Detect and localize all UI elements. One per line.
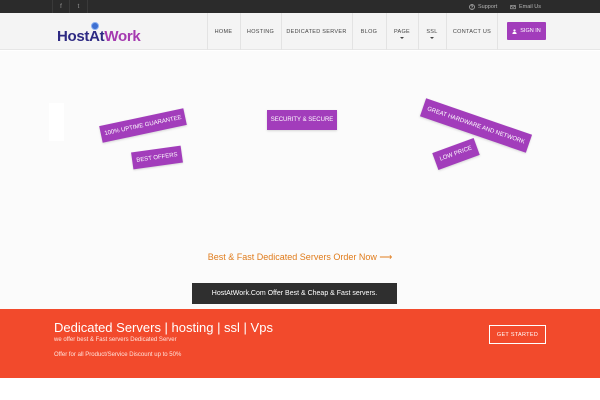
logo-part-2: Work xyxy=(104,28,141,45)
email-link[interactable]: Email Us xyxy=(510,0,541,13)
promo-band: Dedicated Servers | hosting | ssl | Vps … xyxy=(0,309,600,378)
question-circle-icon xyxy=(469,3,475,10)
facebook-icon[interactable]: f xyxy=(52,0,70,13)
caret-down-icon xyxy=(400,37,404,39)
get-started-button[interactable]: GET STARTED xyxy=(489,325,546,344)
band-title: Dedicated Servers | hosting | ssl | Vps xyxy=(54,320,273,335)
tag-security: SECURITY & SECURE xyxy=(267,110,337,130)
nav-blog[interactable]: BLOG xyxy=(352,13,385,50)
nav-hosting[interactable]: HOSTING xyxy=(240,13,280,50)
sign-in-button[interactable]: SIGN IN xyxy=(507,22,546,40)
page-bottom xyxy=(0,378,600,400)
nav-page[interactable]: PAGE xyxy=(386,13,417,50)
support-link[interactable]: Support xyxy=(469,0,497,13)
envelope-icon xyxy=(510,4,516,9)
nav-contact-us[interactable]: CONTACT US xyxy=(446,13,498,50)
band-subtitle: we offer best & Fast servers Dedicated S… xyxy=(54,337,177,343)
order-now-link[interactable]: Best & Fast Dedicated Servers Order Now … xyxy=(0,252,600,263)
nav-ssl[interactable]: SSL xyxy=(418,13,445,50)
nav-home[interactable]: HOME xyxy=(207,13,239,50)
support-label: Support xyxy=(478,3,498,10)
logo-part-1: HostAt xyxy=(57,28,105,45)
band-offer: Offer for all Product/Service Discount u… xyxy=(54,352,182,358)
nav-dedicated-server[interactable]: DEDICATED SERVER xyxy=(281,13,351,50)
caret-down-icon xyxy=(430,37,434,39)
user-icon xyxy=(512,28,517,34)
hero-decoration xyxy=(49,103,64,141)
offer-strip: HostAtWork.Com Offer Best & Cheap & Fast… xyxy=(192,283,397,304)
twitter-icon[interactable]: t xyxy=(70,0,88,13)
header: HostAtWork HOME HOSTING DEDICATED SERVER… xyxy=(0,13,600,50)
email-label: Email Us xyxy=(519,3,542,10)
top-bar: f t Support Email Us xyxy=(0,0,600,13)
hero-section xyxy=(0,51,600,309)
